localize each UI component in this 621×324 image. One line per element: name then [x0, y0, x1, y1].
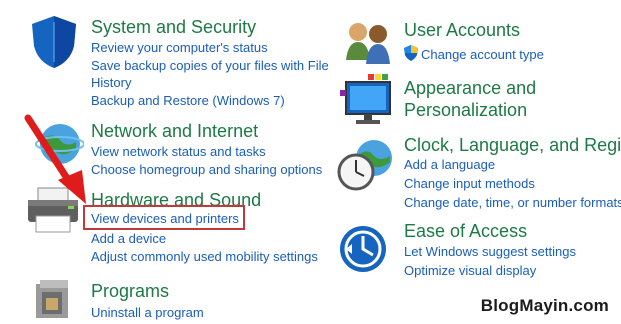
category-title-programs[interactable]: Programs: [91, 281, 169, 301]
category-title-appearance-line1[interactable]: Appearance and: [404, 78, 536, 98]
link-change-account-type[interactable]: Change account type: [421, 46, 544, 63]
link-add-device[interactable]: Add a device: [91, 230, 166, 247]
link-file-history[interactable]: History: [91, 74, 131, 91]
clock-globe-icon[interactable]: [336, 138, 396, 192]
highlight-box: [83, 205, 245, 230]
link-save-backup-copies[interactable]: Save backup copies of your files with Fi…: [91, 57, 329, 74]
watermark: BlogMayin.com: [480, 296, 609, 315]
link-windows-suggest-settings[interactable]: Let Windows suggest settings: [404, 243, 576, 260]
category-title-appearance-line2[interactable]: Personalization: [404, 100, 527, 120]
users-icon[interactable]: [342, 20, 394, 66]
category-title-network-internet[interactable]: Network and Internet: [91, 121, 258, 141]
programs-icon[interactable]: [30, 276, 76, 322]
link-optimize-visual-display[interactable]: Optimize visual display: [404, 262, 536, 279]
red-arrow-icon: [24, 114, 86, 204]
link-homegroup-sharing[interactable]: Choose homegroup and sharing options: [91, 161, 322, 178]
link-change-input-methods[interactable]: Change input methods: [404, 175, 535, 192]
category-title-system-security[interactable]: System and Security: [91, 17, 256, 37]
link-add-language[interactable]: Add a language: [404, 156, 495, 173]
category-title-user-accounts[interactable]: User Accounts: [404, 20, 520, 40]
link-change-date-time-formats[interactable]: Change date, time, or number formats: [404, 194, 621, 211]
category-title-ease-of-access[interactable]: Ease of Access: [404, 221, 527, 241]
link-review-computer-status[interactable]: Review your computer's status: [91, 39, 268, 56]
link-view-network-status[interactable]: View network status and tasks: [91, 143, 266, 160]
link-uninstall-program[interactable]: Uninstall a program: [91, 304, 204, 321]
ease-of-access-icon[interactable]: [338, 224, 388, 274]
category-title-clock-language[interactable]: Clock, Language, and Region: [404, 135, 621, 155]
uac-shield-icon: [404, 45, 418, 61]
appearance-monitor-icon[interactable]: [338, 72, 394, 126]
shield-icon[interactable]: [28, 14, 80, 70]
link-mobility-settings[interactable]: Adjust commonly used mobility settings: [91, 248, 318, 265]
link-backup-restore[interactable]: Backup and Restore (Windows 7): [91, 92, 285, 109]
